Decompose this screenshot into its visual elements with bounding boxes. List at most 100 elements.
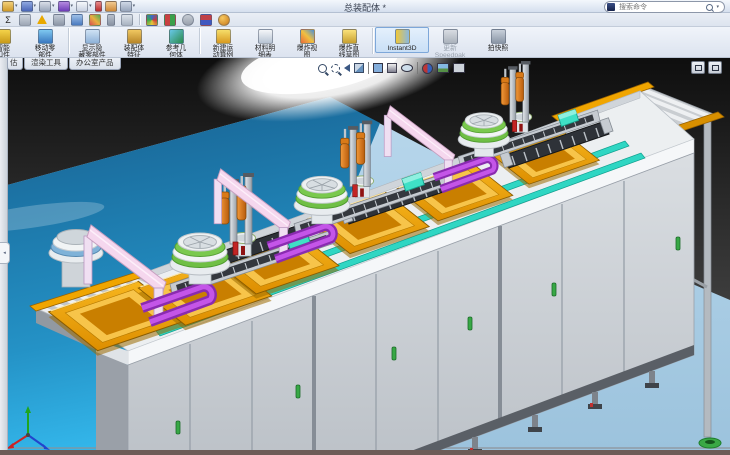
- apply-scene-icon[interactable]: [437, 63, 449, 73]
- display-style-icon[interactable]: [387, 63, 397, 73]
- bill-of-materials-button[interactable]: 材料明 细表: [244, 27, 286, 58]
- new-motion-study-button[interactable]: 新建运 动算例: [202, 27, 244, 58]
- select-icon[interactable]: [76, 1, 88, 12]
- motion-study-icon: [216, 29, 231, 44]
- smart-fasteners-icon: [0, 29, 11, 44]
- save-caret-icon[interactable]: ▾: [34, 3, 37, 9]
- save-icon[interactable]: [21, 1, 33, 12]
- zoom-to-area-icon[interactable]: [331, 64, 340, 73]
- status-bar: [0, 450, 730, 455]
- bom-icon: [258, 29, 273, 44]
- button-label: 更新: [443, 45, 457, 52]
- panel-expand-tab[interactable]: ◂: [0, 242, 10, 264]
- equations-icon[interactable]: Σ: [3, 15, 13, 25]
- open-caret-icon[interactable]: ▾: [15, 3, 18, 9]
- assembly-features-icon: [127, 29, 142, 44]
- compare-icon[interactable]: [200, 14, 212, 26]
- tab-render-tools[interactable]: 渲染工具: [24, 57, 68, 70]
- display-states-icon[interactable]: [71, 14, 83, 26]
- alignment-icon[interactable]: [53, 14, 65, 26]
- show-hidden-components-button[interactable]: 显示隐 藏零部件: [71, 27, 113, 58]
- button-label: 细表: [258, 52, 272, 58]
- search-caret-icon[interactable]: ▾: [716, 4, 719, 10]
- section-view-icon[interactable]: [354, 63, 364, 73]
- materials-icon[interactable]: [19, 14, 31, 26]
- render-icon[interactable]: [218, 14, 230, 26]
- rollback-icon[interactable]: [107, 14, 115, 26]
- tab-office-products[interactable]: 办公室产品: [69, 57, 121, 70]
- simulation-icon[interactable]: [164, 14, 176, 26]
- title-bar: ▾ ▾ ▾ ▾ ▾ ▾ 总装配体 * ▾: [0, 0, 730, 13]
- button-label: 动算例: [213, 52, 233, 58]
- explode-line-sketch-button[interactable]: 爆炸直 线草图: [328, 27, 370, 58]
- instant3d-button[interactable]: Instant3D: [375, 27, 429, 53]
- button-label: 扣件: [0, 52, 10, 58]
- search-input[interactable]: [617, 3, 704, 12]
- interference-check-icon[interactable]: [37, 15, 47, 24]
- move-component-button[interactable]: 移动零 部件 ▾: [24, 27, 66, 58]
- previous-view-icon[interactable]: [344, 64, 350, 72]
- exploded-view-icon: [300, 29, 315, 44]
- window-caret-icon[interactable]: ▾: [133, 3, 136, 9]
- appearances-icon[interactable]: [89, 14, 101, 26]
- button-label: 何体: [169, 52, 183, 58]
- button-label: 线草图: [339, 52, 359, 58]
- toolbar-separator: [417, 62, 418, 74]
- take-snapshot-button[interactable]: 拍快照: [477, 27, 519, 53]
- open-icon[interactable]: [2, 1, 14, 12]
- window-minimize-icon[interactable]: [691, 61, 705, 74]
- document-window-controls: [691, 61, 722, 74]
- motion-manager-icon[interactable]: [146, 14, 158, 26]
- exploded-view-button[interactable]: 爆炸视 图: [286, 27, 328, 58]
- toolbar-separator: [68, 28, 69, 54]
- window-restore-icon[interactable]: [708, 61, 722, 74]
- toolbar-separator: [139, 14, 140, 25]
- show-hidden-icon: [85, 29, 100, 44]
- button-label: 特征: [127, 52, 141, 58]
- take-snapshot-icon: [491, 29, 506, 44]
- toolbar-separator: [372, 28, 373, 54]
- quick-toolbar: Σ: [0, 13, 730, 27]
- edit-appearance-icon[interactable]: [422, 63, 433, 74]
- button-label: 拍快照: [488, 45, 508, 52]
- toolbar-separator: [199, 28, 200, 54]
- print-icon[interactable]: [39, 1, 51, 12]
- button-label: 部件: [38, 52, 52, 58]
- window-layout-icon[interactable]: [120, 1, 132, 12]
- search-box[interactable]: ▾: [604, 1, 725, 13]
- hide-show-items-icon[interactable]: [401, 64, 413, 72]
- view-orientation-icon[interactable]: [373, 63, 383, 73]
- screen-capture-icon[interactable]: [121, 14, 133, 26]
- toolbar-separator: [368, 62, 369, 74]
- command-manager: 智能 扣件 移动零 部件 ▾ 显示隐 藏零部件 装配体 特征 ▾ 参考几 何体 …: [0, 27, 730, 58]
- smart-fasteners-button[interactable]: 智能 扣件: [0, 27, 24, 58]
- reference-geometry-icon: [169, 29, 184, 44]
- rebuild-icon[interactable]: [95, 1, 102, 12]
- no-preview-icon[interactable]: [182, 14, 194, 26]
- button-label: 图: [304, 52, 311, 58]
- solidworks-window: { "window": { "title": "总装配体 *" }, "menu…: [0, 0, 730, 455]
- update-speedpak-button[interactable]: 更新 Speedpak: [429, 27, 471, 58]
- search-icon[interactable]: [706, 4, 713, 11]
- graphics-viewport[interactable]: [0, 57, 730, 450]
- solidworks-logo-icon: [607, 3, 615, 11]
- reference-geometry-button[interactable]: 参考几 何体 ▾: [155, 27, 197, 58]
- move-component-icon: [38, 29, 53, 44]
- file-properties-icon[interactable]: [105, 1, 117, 12]
- view-settings-icon[interactable]: [453, 63, 465, 73]
- zoom-to-fit-icon[interactable]: [318, 64, 327, 73]
- tab-evaluate[interactable]: 估: [7, 57, 23, 70]
- assembly-features-button[interactable]: 装配体 特征 ▾: [113, 27, 155, 58]
- button-label: 藏零部件: [78, 52, 105, 58]
- button-label: Speedpak: [435, 52, 466, 58]
- command-manager-tabs: 估 渲染工具 办公室产品: [7, 57, 122, 70]
- print-caret-icon[interactable]: ▾: [52, 3, 55, 9]
- undo-caret-icon[interactable]: ▾: [71, 3, 74, 9]
- explode-line-sketch-icon: [342, 29, 357, 44]
- select-caret-icon[interactable]: ▾: [89, 3, 92, 9]
- undo-icon[interactable]: [58, 1, 70, 12]
- update-speedpak-icon: [443, 29, 458, 44]
- button-label: Instant3D: [387, 45, 416, 52]
- heads-up-view-toolbar: [318, 62, 465, 74]
- instant3d-icon: [395, 29, 410, 44]
